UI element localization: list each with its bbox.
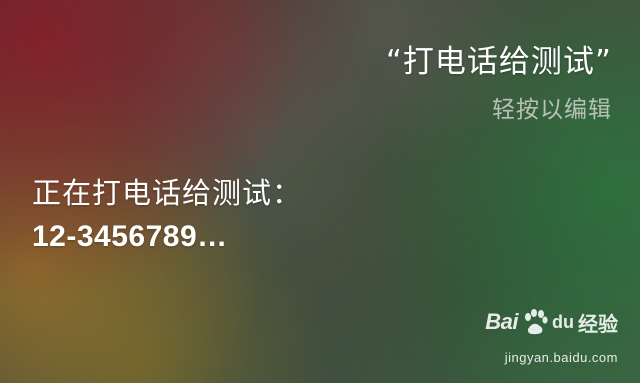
watermark-brand-du: du [552, 311, 574, 332]
paw-icon [520, 307, 550, 337]
siri-query-text[interactable]: “打电话给测试” [386, 36, 612, 81]
watermark-logo: Bai du 经验 [485, 307, 618, 337]
tap-to-edit-hint[interactable]: 轻按以编辑 [492, 90, 612, 124]
watermark-brand-bai: Bai [485, 309, 518, 334]
watermark-brand-jingyan: 经验 [578, 313, 618, 336]
watermark-url: jingyan.baidu.com [504, 350, 618, 365]
baidu-jingyan-watermark: Bai du 经验 jingyan.baidu.com [478, 307, 618, 365]
phone-number-text: 12-3456789… [32, 220, 228, 253]
siri-response-text: 正在打电话给测试： [32, 176, 303, 210]
